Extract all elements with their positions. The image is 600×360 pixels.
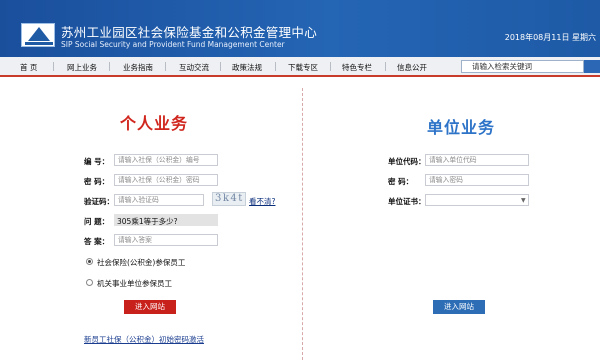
- radio-public-institution-employee[interactable]: [86, 279, 93, 286]
- personal-password-field[interactable]: 请输入社保（公积金）密码: [114, 174, 218, 186]
- personal-answer-field[interactable]: 请输入答案: [114, 234, 218, 246]
- nav-separator: [385, 62, 386, 71]
- company-certificate-label: 单位证书：: [388, 197, 426, 206]
- personal-question-label: 问 题：: [84, 217, 110, 226]
- nav-item-guide[interactable]: 业务指南: [123, 62, 153, 73]
- nav-item-home[interactable]: 首 页: [20, 62, 37, 73]
- company-password-field[interactable]: 请输入密码: [425, 174, 529, 186]
- nav-item-online-business[interactable]: 网上业务: [67, 62, 97, 73]
- company-code-field[interactable]: 请输入单位代码: [425, 154, 529, 166]
- question-text: 305乘1等于多少?: [117, 217, 178, 226]
- main-nav: 首 页 网上业务 业务指南 互动交流 政策法规 下载专区 特色专栏 信息公开 请…: [0, 57, 600, 77]
- nav-separator: [109, 62, 110, 71]
- nav-item-interaction[interactable]: 互动交流: [179, 62, 209, 73]
- nav-separator: [53, 62, 54, 71]
- site-title-cn: 苏州工业园区社会保险基金和公积金管理中心: [61, 25, 318, 40]
- personal-password-label: 密 码：: [84, 177, 110, 186]
- panel-divider: [302, 88, 303, 360]
- site-header: 苏州工业园区社会保险基金和公积金管理中心 SIP Social Security…: [0, 0, 600, 57]
- nav-item-features[interactable]: 特色专栏: [342, 62, 372, 73]
- personal-id-label: 编 号：: [84, 157, 110, 166]
- site-title-en: SIP Social Security and Provident Fund M…: [61, 40, 285, 49]
- search-input[interactable]: 请输入检索关键词: [461, 60, 584, 73]
- nav-item-downloads[interactable]: 下载专区: [288, 62, 318, 73]
- personal-answer-label: 答 案：: [84, 237, 110, 246]
- company-password-label: 密 码：: [388, 177, 414, 186]
- personal-enter-button[interactable]: 进入网站: [124, 300, 176, 314]
- chevron-down-icon: ▼: [521, 197, 526, 204]
- search-button[interactable]: [584, 60, 600, 73]
- first-login-activation-link[interactable]: 新员工社保（公积金）初始密码激活: [84, 334, 204, 345]
- personal-captcha-label: 验证码：: [84, 197, 114, 206]
- company-code-label: 单位代码：: [388, 157, 426, 166]
- center-logo-icon: [21, 23, 55, 47]
- personal-captcha-field[interactable]: 请输入验证码: [114, 194, 204, 206]
- radio-label-public-institution-employee: 机关事业单位参保员工: [97, 279, 172, 288]
- nav-separator: [275, 62, 276, 71]
- captcha-image[interactable]: 3k4t: [212, 192, 246, 206]
- company-certificate-select[interactable]: [425, 194, 529, 206]
- captcha-refresh-link[interactable]: 看不清?: [249, 196, 275, 207]
- nav-separator: [165, 62, 166, 71]
- personal-id-field[interactable]: 请输入社保（公积金）编号: [114, 154, 218, 166]
- company-enter-button[interactable]: 进入网站: [433, 300, 485, 314]
- radio-social-insurance-employee[interactable]: [86, 258, 93, 265]
- radio-label-social-insurance-employee: 社会保险(公积金)参保员工: [97, 258, 186, 267]
- nav-separator: [330, 62, 331, 71]
- current-date: 2018年08月11日 星期六: [504, 33, 596, 42]
- nav-item-disclosure[interactable]: 信息公开: [397, 62, 427, 73]
- nav-separator: [220, 62, 221, 71]
- company-business-title: 单位业务: [427, 118, 496, 137]
- personal-business-title: 个人业务: [120, 114, 189, 133]
- nav-item-policy[interactable]: 政策法规: [232, 62, 262, 73]
